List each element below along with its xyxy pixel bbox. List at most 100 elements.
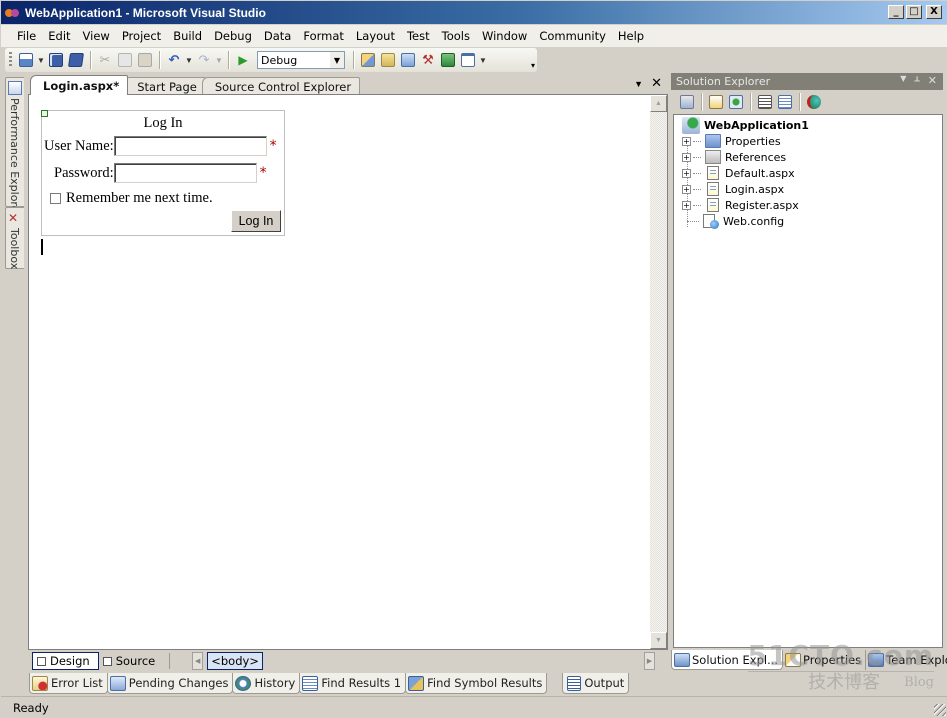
refresh-button[interactable] [726, 92, 746, 112]
menu-layout[interactable]: Layout [350, 29, 401, 43]
properties-button[interactable] [398, 50, 418, 70]
remember-me-checkbox[interactable] [50, 193, 61, 204]
menu-file[interactable]: File [11, 29, 42, 43]
menu-edit[interactable]: Edit [42, 29, 76, 43]
scroll-up-button[interactable]: ▲ [650, 95, 667, 112]
close-panel-icon[interactable]: ✕ [928, 74, 937, 87]
tab-properties[interactable]: Properties [783, 650, 865, 670]
copy-button[interactable] [115, 50, 135, 70]
menu-window[interactable]: Window [476, 29, 533, 43]
toolbox-tab[interactable]: ✕ Toolbox [5, 207, 24, 269]
tree-item-label: Properties [725, 134, 781, 148]
tree-item-web-config[interactable]: Web.config [687, 213, 784, 229]
tree-item-properties[interactable]: + Properties [682, 133, 781, 149]
menu-help[interactable]: Help [612, 29, 650, 43]
tab-start-page[interactable]: Start Page [124, 77, 206, 95]
tree-item-register-aspx[interactable]: + Register.aspx [682, 197, 799, 213]
show-all-files-button[interactable] [706, 92, 726, 112]
scroll-down-button[interactable]: ▼ [650, 632, 667, 649]
toolbar-separator [701, 93, 702, 111]
chevron-down-icon: ▼ [330, 52, 344, 68]
menu-debug[interactable]: Debug [208, 29, 258, 43]
tab-team-explorer[interactable]: Team Explorer [865, 650, 947, 670]
password-input[interactable] [113, 163, 257, 183]
tab-find-symbol-results[interactable]: Find Symbol Results [405, 673, 548, 694]
expand-icon[interactable]: + [682, 200, 691, 210]
tab-solution-explorer[interactable]: Solution Expl... [671, 650, 784, 670]
minimize-button[interactable]: _ [888, 5, 904, 19]
tab-find-results-1[interactable]: Find Results 1 [299, 673, 407, 694]
toolbar-overflow-icon[interactable]: ▾ [531, 61, 535, 70]
tree-item-default-aspx[interactable]: + Default.aspx [682, 165, 795, 181]
tag-body[interactable]: <body> [207, 652, 263, 670]
asp-net-configuration-button[interactable] [804, 92, 824, 112]
password-required-marker: * [259, 165, 267, 181]
tab-history[interactable]: History [232, 673, 301, 694]
tag-nav-left-button[interactable]: ◀ [192, 652, 204, 670]
menu-tools[interactable]: Tools [436, 29, 476, 43]
tree-item-login-aspx[interactable]: + Login.aspx [682, 181, 784, 197]
vertical-scrollbar[interactable]: ▲ ▼ [650, 95, 667, 649]
active-files-dropdown-icon[interactable]: ▼ [634, 79, 643, 89]
solution-configuration-combo[interactable]: Debug ▼ [257, 51, 345, 69]
tree-item-label: Register.aspx [725, 198, 799, 212]
undo-dropdown[interactable]: ▼ [184, 50, 194, 70]
solution-explorer-button[interactable] [378, 50, 398, 70]
login-button[interactable]: Log In [231, 210, 281, 232]
tab-source-control-explorer[interactable]: Source Control Explorer [201, 77, 361, 95]
username-label: User Name: [44, 137, 114, 154]
close-document-icon[interactable]: ✕ [651, 76, 662, 91]
view-designer-button[interactable] [775, 92, 795, 112]
menu-project[interactable]: Project [116, 29, 167, 43]
expand-icon[interactable]: + [682, 136, 691, 146]
save-button[interactable] [46, 50, 66, 70]
design-view-tab[interactable]: Design [32, 652, 99, 670]
save-all-button[interactable] [66, 50, 86, 70]
menu-test[interactable]: Test [401, 29, 436, 43]
redo-dropdown[interactable]: ▼ [214, 50, 224, 70]
start-debugging-button[interactable]: ▶ [233, 50, 253, 70]
object-browser-button[interactable] [438, 50, 458, 70]
properties-button[interactable] [677, 92, 697, 112]
design-surface[interactable]: Log In User Name: * Password: * Remember… [29, 95, 650, 649]
login-control[interactable]: Log In User Name: * Password: * Remember… [41, 110, 285, 236]
source-view-tab[interactable]: Source [99, 652, 164, 670]
tag-nav-right-button[interactable]: ▶ [644, 652, 655, 670]
menu-community[interactable]: Community [533, 29, 612, 43]
expand-icon[interactable]: + [682, 184, 691, 194]
solution-explorer-icon [674, 652, 690, 667]
command-window-dropdown[interactable]: ▼ [478, 50, 488, 70]
menu-build[interactable]: Build [167, 29, 208, 43]
toolbox-button[interactable]: ⚒ [418, 50, 438, 70]
paste-button[interactable] [135, 50, 155, 70]
add-new-item-button[interactable] [16, 50, 36, 70]
command-window-button[interactable] [458, 50, 478, 70]
performance-explorer-tab[interactable]: Performance Explorer [5, 77, 24, 217]
menu-format[interactable]: Format [297, 29, 350, 43]
tree-item-references[interactable]: + References [682, 149, 786, 165]
tab-login-aspx[interactable]: Login.aspx* [30, 75, 129, 95]
redo-button[interactable]: ↷ [194, 50, 214, 70]
toolbar-grip[interactable] [9, 52, 12, 68]
window-position-icon[interactable]: ▼ [900, 74, 906, 87]
close-button[interactable]: X [926, 5, 942, 19]
tab-output[interactable]: Output [562, 673, 630, 694]
username-input[interactable] [113, 136, 267, 156]
visual-studio-window: WebApplication1 - Microsoft Visual Studi… [0, 0, 947, 718]
tab-pending-changes[interactable]: Pending Changes [106, 673, 234, 694]
undo-button[interactable]: ↶ [164, 50, 184, 70]
toolbox-icon: ⚒ [422, 52, 434, 67]
menu-view[interactable]: View [77, 29, 116, 43]
menu-data[interactable]: Data [258, 29, 297, 43]
cut-button[interactable]: ✂ [95, 50, 115, 70]
auto-hide-pin-icon[interactable]: ᚆ [914, 74, 919, 87]
tree-project-node[interactable]: WebApplication1 [682, 116, 809, 134]
expand-icon[interactable]: + [682, 168, 691, 178]
view-code-button[interactable] [755, 92, 775, 112]
add-new-item-dropdown[interactable]: ▼ [36, 50, 46, 70]
resize-grip[interactable] [934, 704, 946, 716]
tab-error-list[interactable]: Error List [29, 673, 108, 694]
expand-icon[interactable]: + [682, 152, 691, 162]
maximize-button[interactable]: □ [906, 5, 922, 19]
find-in-files-button[interactable] [358, 50, 378, 70]
